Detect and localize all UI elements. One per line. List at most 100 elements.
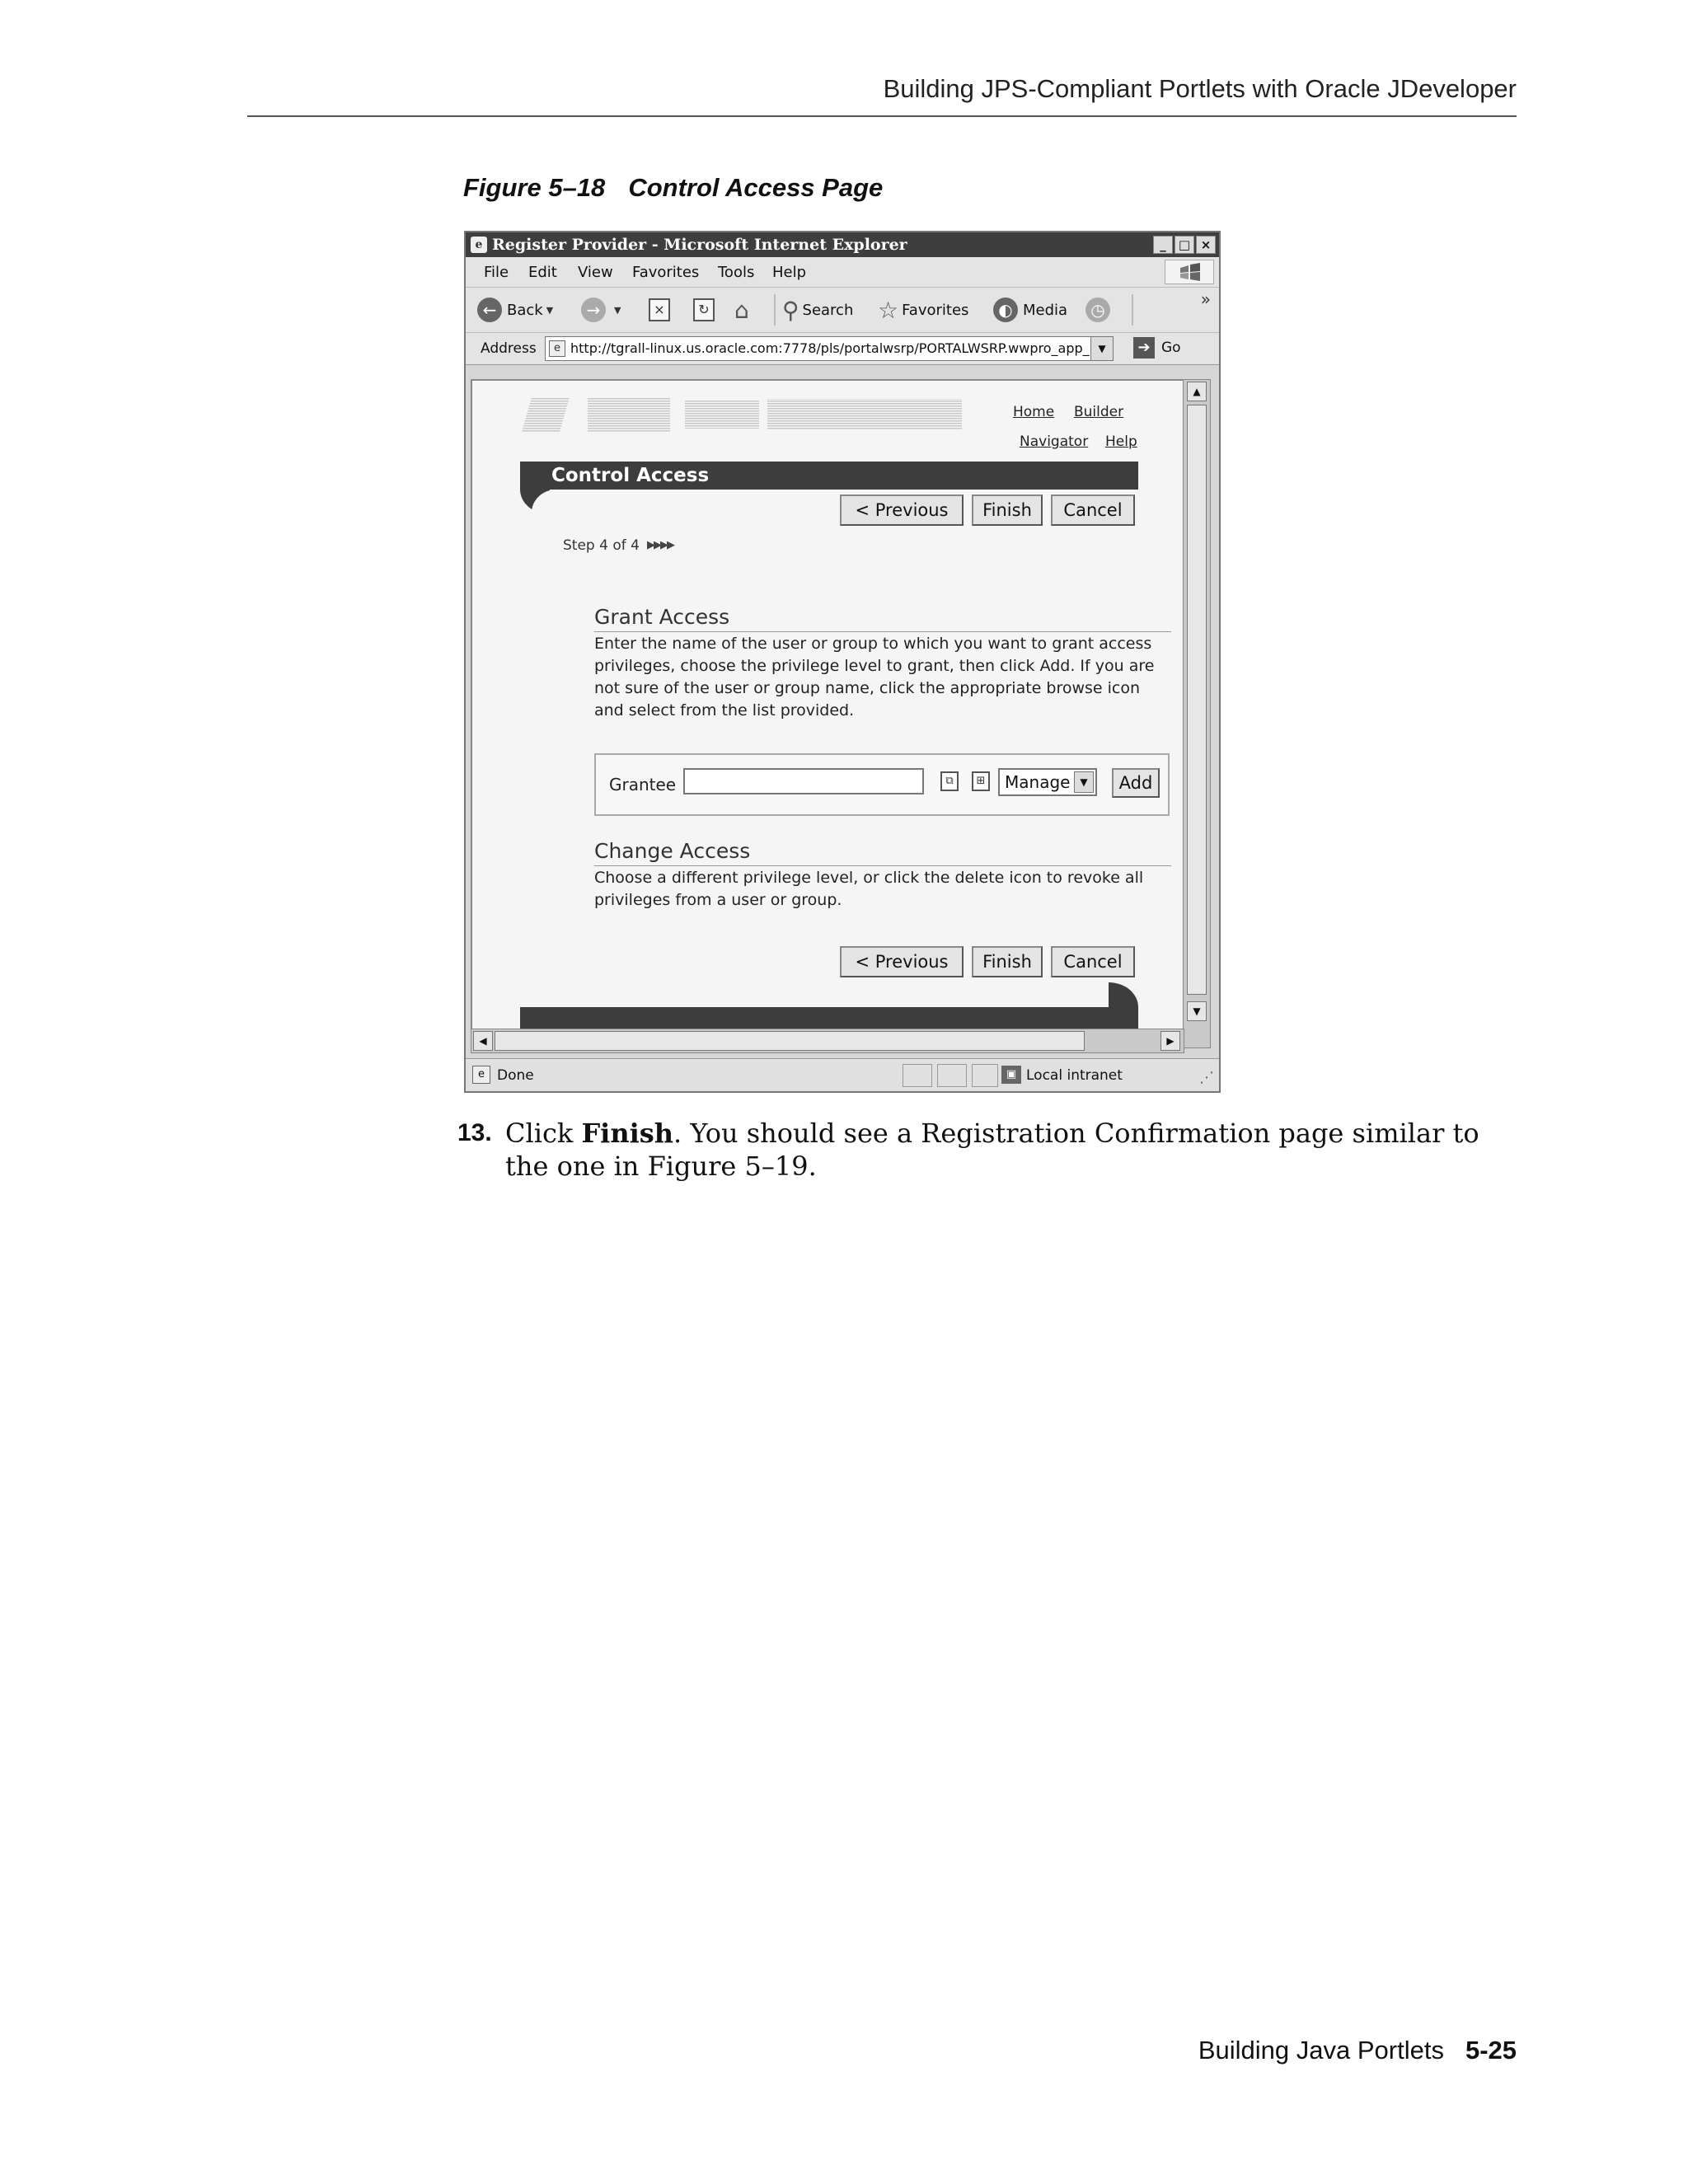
resize-grip-icon[interactable]: ⋰ [1199, 1069, 1214, 1086]
forward-button[interactable]: → ▼ [581, 296, 621, 324]
navigator-link[interactable]: Navigator [1020, 434, 1088, 450]
home-link[interactable]: Home [1013, 404, 1054, 420]
page-icon: e [549, 340, 565, 357]
history-icon: ◷ [1085, 298, 1110, 322]
chevron-down-icon: ▼ [1074, 771, 1094, 793]
search-button[interactable]: ⚲ Search [782, 296, 853, 324]
url-text: http://tgrall-linux.us.oracle.com:7778/p… [570, 340, 1090, 356]
stop-icon: × [649, 298, 670, 321]
status-cell [903, 1064, 932, 1087]
control-access-header: Control Access [520, 462, 1138, 516]
footer-title: Building Java Portlets [1198, 2036, 1444, 2064]
go-arrow-icon: ➔ [1133, 337, 1155, 359]
previous-button-top[interactable]: < Previous [840, 494, 964, 526]
chevron-down-icon: ▼ [614, 304, 621, 316]
step-indicator: Step 4 of 4 [563, 537, 640, 554]
scroll-left-icon[interactable]: ◀ [473, 1031, 493, 1051]
status-cell [972, 1064, 998, 1087]
chevron-down-icon: ▼ [546, 304, 554, 316]
grantee-input[interactable] [683, 768, 924, 794]
scroll-thumb[interactable] [1187, 405, 1207, 995]
previous-button-bottom[interactable]: < Previous [840, 946, 964, 977]
toolbar: ← Back ▼ → ▼ × ↻ ⌂ ⚲ Search ☆ Favorites … [466, 288, 1219, 333]
page-done-icon: e [472, 1066, 490, 1084]
builder-link[interactable]: Builder [1074, 404, 1123, 420]
media-button[interactable]: ◐ Media [993, 296, 1067, 324]
media-icon: ◐ [993, 298, 1018, 322]
browse-groups-icon[interactable]: ⊞ [972, 771, 990, 791]
grantee-form: Grantee ⧉ ⊞ Manage ▼ Add [594, 753, 1170, 816]
status-text: Done [497, 1067, 534, 1084]
horizontal-scrollbar[interactable]: ◀ ▶ [471, 1029, 1184, 1053]
change-access-text: Choose a different privilege level, or c… [594, 869, 1144, 909]
page-title: Control Access [551, 465, 710, 486]
menu-file[interactable]: File [484, 264, 509, 281]
step-arrows-icon: ▶▶▶▶ [647, 539, 675, 551]
scroll-right-icon[interactable]: ▶ [1160, 1031, 1180, 1051]
section-rule [594, 631, 1171, 632]
finish-emphasis: Finish [581, 1118, 674, 1149]
go-button[interactable]: ➔ Go [1133, 337, 1181, 359]
grantee-label: Grantee [609, 775, 677, 794]
address-input[interactable]: e http://tgrall-linux.us.oracle.com:7778… [545, 336, 1114, 361]
figure-title: Control Access Page [628, 173, 884, 202]
close-button[interactable]: × [1196, 236, 1216, 254]
step-number: 13. [457, 1119, 492, 1146]
section-rule [594, 865, 1171, 866]
home-icon: ⌂ [734, 296, 749, 324]
search-icon: ⚲ [782, 296, 799, 324]
favorites-button[interactable]: ☆ Favorites [878, 296, 968, 324]
intranet-zone-icon: ▣ [1001, 1066, 1021, 1084]
address-bar: Address e http://tgrall-linux.us.oracle.… [466, 333, 1219, 365]
cancel-button-bottom[interactable]: Cancel [1051, 946, 1135, 977]
browse-users-icon[interactable]: ⧉ [940, 771, 959, 791]
figure-caption: Figure 5–18 Control Access Page [463, 173, 883, 203]
star-icon: ☆ [878, 296, 899, 324]
window-controls: _ □ × [1153, 236, 1216, 254]
help-link[interactable]: Help [1105, 434, 1137, 450]
page-viewport: Home Builder Navigator Help Control Acce… [471, 379, 1189, 1048]
cancel-button-top[interactable]: Cancel [1051, 494, 1135, 526]
grant-access-title: Grant Access [594, 605, 730, 629]
scroll-up-icon[interactable]: ▲ [1187, 382, 1207, 401]
back-arrow-icon: ← [477, 298, 502, 322]
toolbar-overflow-icon[interactable]: » [1201, 289, 1211, 309]
portal-logo [522, 397, 962, 432]
finish-button-top[interactable]: Finish [972, 494, 1043, 526]
add-button[interactable]: Add [1112, 768, 1160, 798]
menu-view[interactable]: View [578, 264, 613, 281]
status-bar: e Done ▣ Local intranet ⋰ [466, 1058, 1219, 1091]
maximize-button[interactable]: □ [1175, 236, 1194, 254]
scroll-down-icon[interactable]: ▼ [1187, 1001, 1207, 1021]
zone-text: Local intranet [1026, 1067, 1123, 1084]
privilege-select[interactable]: Manage ▼ [998, 768, 1097, 796]
scroll-thumb[interactable] [495, 1031, 1085, 1051]
windows-logo-icon [1165, 260, 1214, 284]
back-button[interactable]: ← Back ▼ [477, 296, 553, 324]
home-button[interactable]: ⌂ [734, 296, 753, 324]
browser-window: e Register Provider - Microsoft Internet… [464, 231, 1221, 1093]
status-cell [937, 1064, 967, 1087]
running-header: Building JPS-Compliant Portlets with Ora… [883, 74, 1517, 103]
chevron-down-icon[interactable]: ▼ [1090, 337, 1113, 360]
menu-tools[interactable]: Tools [718, 264, 754, 281]
stop-button[interactable]: × [649, 296, 670, 324]
refresh-icon: ↻ [693, 298, 715, 321]
page-number: 5-25 [1465, 2036, 1517, 2064]
title-bar: e Register Provider - Microsoft Internet… [466, 232, 1219, 257]
forward-arrow-icon: → [581, 298, 606, 322]
refresh-button[interactable]: ↻ [693, 296, 715, 324]
menu-edit[interactable]: Edit [528, 264, 557, 281]
menu-help[interactable]: Help [772, 264, 806, 281]
address-label: Address [481, 340, 537, 357]
grant-access-text: Enter the name of the user or group to w… [594, 635, 1155, 719]
change-access-title: Change Access [594, 839, 751, 863]
menu-favorites[interactable]: Favorites [632, 264, 699, 281]
ie-icon: e [471, 237, 487, 253]
finish-button-bottom[interactable]: Finish [972, 946, 1043, 977]
step-text: Click Finish. You should see a Registrat… [505, 1118, 1479, 1182]
minimize-button[interactable]: _ [1153, 236, 1173, 254]
history-button[interactable]: ◷ [1085, 296, 1115, 324]
vertical-scrollbar[interactable]: ▲ ▼ [1183, 379, 1211, 1048]
toolbar-separator [1132, 294, 1133, 326]
